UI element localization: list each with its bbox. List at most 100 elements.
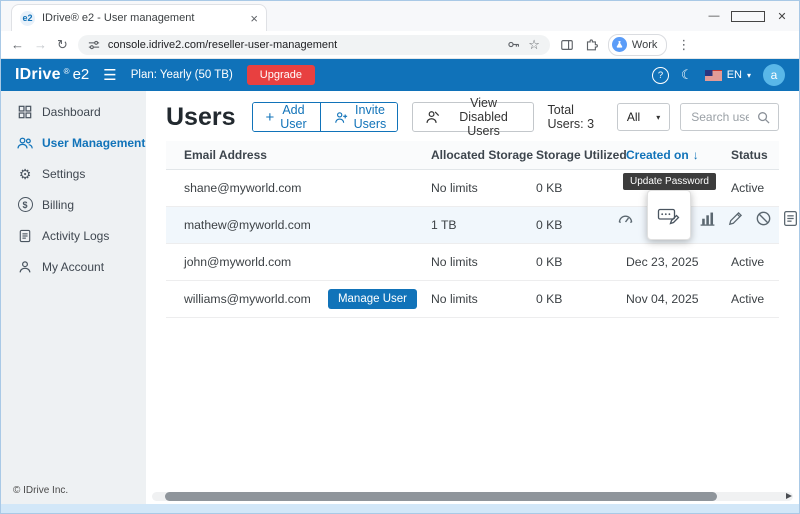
- app-header: IDrive® e2 ☰ Plan: Yearly (50 TB) Upgrad…: [1, 59, 799, 91]
- disable-ban-icon[interactable]: [755, 210, 772, 227]
- chevron-down-icon: ▾: [747, 71, 751, 80]
- user-logs-file-icon[interactable]: [783, 210, 800, 227]
- table-row[interactable]: williams@myworld.com Manage User No limi…: [166, 281, 779, 318]
- col-created-sort[interactable]: Created on ↓: [626, 148, 731, 162]
- stats-chart-icon[interactable]: [699, 210, 716, 227]
- tab-strip: e2 IDrive® e2 - User management × — ✕: [1, 1, 799, 31]
- add-user-button[interactable]: + Add User: [253, 103, 320, 131]
- omnibox[interactable]: console.idrive2.com/reseller-user-manage…: [78, 35, 550, 55]
- user-email: mathew@myworld.com: [166, 218, 431, 232]
- storage-utilized: 0 KB: [536, 255, 626, 269]
- invite-users-button[interactable]: Invite Users: [320, 103, 398, 131]
- appbar-right-group: ? ☾ EN ▾ a: [652, 64, 785, 86]
- dashboard-icon: [17, 105, 33, 119]
- sidebar-item-settings[interactable]: ⚙ Settings: [1, 158, 146, 189]
- side-panel-icon[interactable]: [560, 38, 574, 52]
- profile-flask-icon: [612, 37, 627, 52]
- language-selector[interactable]: EN ▾: [705, 69, 751, 81]
- storage-utilized: 0 KB: [536, 218, 626, 232]
- billing-dollar-icon: $: [17, 197, 33, 212]
- status-label: Active: [731, 181, 779, 195]
- help-icon[interactable]: ?: [652, 67, 669, 84]
- site-info-icon[interactable]: [88, 39, 100, 51]
- upgrade-button[interactable]: Upgrade: [247, 65, 315, 85]
- sidebar-item-label: My Account: [42, 260, 104, 274]
- extensions-puzzle-icon[interactable]: [584, 38, 598, 52]
- search-input[interactable]: [689, 109, 751, 125]
- col-allocated: Allocated Storage: [431, 148, 536, 162]
- allocated-storage: 1 TB: [431, 218, 536, 232]
- maximize-button[interactable]: [731, 1, 765, 31]
- menu-hamburger-icon[interactable]: ☰: [103, 66, 116, 84]
- activity-logs-icon: [17, 229, 33, 243]
- tab-title: IDrive® e2 - User management: [42, 12, 243, 24]
- disabled-user-icon: [425, 110, 440, 124]
- user-email: williams@myworld.com Manage User: [166, 289, 431, 309]
- sidebar-item-label: Dashboard: [42, 105, 101, 119]
- total-users-label: Total Users: 3: [548, 103, 607, 131]
- table-header-row: Email Address Allocated Storage Storage …: [166, 141, 779, 170]
- allocated-storage: No limits: [431, 181, 536, 195]
- profile-chip[interactable]: Work: [608, 34, 667, 56]
- page-toolbar: Users + Add User Invite Users: [166, 101, 779, 133]
- created-on: Nov 04, 2025: [626, 292, 731, 306]
- sidebar: Dashboard User Management ⚙ Settings $: [1, 91, 146, 504]
- table-row[interactable]: john@myworld.com No limits 0 KB Dec 23, …: [166, 244, 779, 281]
- search-box: [680, 103, 779, 131]
- browser-window: e2 IDrive® e2 - User management × — ✕ ← …: [0, 0, 800, 514]
- user-actions-group: + Add User Invite Users: [252, 102, 398, 132]
- url-text[interactable]: console.idrive2.com/reseller-user-manage…: [108, 39, 499, 51]
- minimize-button[interactable]: —: [697, 1, 731, 31]
- account-person-icon: [17, 260, 33, 274]
- browser-tab[interactable]: e2 IDrive® e2 - User management ×: [11, 4, 267, 31]
- sidebar-item-label: Activity Logs: [42, 229, 109, 243]
- scrollbar-thumb[interactable]: [165, 492, 717, 501]
- page-title: Users: [166, 103, 236, 132]
- view-disabled-users-button[interactable]: View Disabled Users: [412, 102, 534, 132]
- reload-icon[interactable]: ↻: [57, 38, 68, 51]
- col-status: Status: [731, 148, 779, 162]
- password-key-icon[interactable]: [507, 38, 520, 51]
- horizontal-scrollbar[interactable]: [152, 492, 793, 501]
- edit-pencil-icon[interactable]: [727, 210, 744, 227]
- tab-favicon: e2: [20, 11, 35, 26]
- created-on: Dec 23, 2025: [626, 255, 731, 269]
- allocated-storage: No limits: [431, 255, 536, 269]
- bookmark-star-icon[interactable]: ☆: [528, 37, 540, 53]
- manage-user-button[interactable]: Manage User: [328, 289, 417, 309]
- forward-icon[interactable]: →: [34, 38, 47, 51]
- user-dashboard-gauge-icon[interactable]: [617, 210, 634, 227]
- filter-select[interactable]: All ▾: [617, 103, 670, 131]
- invite-person-icon: [334, 111, 348, 124]
- dark-mode-moon-icon[interactable]: ☾: [681, 67, 693, 83]
- sidebar-item-user-management[interactable]: User Management: [1, 127, 146, 158]
- plan-label: Plan: Yearly (50 TB): [131, 69, 233, 81]
- users-icon: [17, 136, 33, 150]
- storage-utilized: 0 KB: [536, 181, 626, 195]
- sidebar-item-activity-logs[interactable]: Activity Logs: [1, 220, 146, 251]
- col-utilized: Storage Utilized: [536, 148, 626, 162]
- account-avatar[interactable]: a: [763, 64, 785, 86]
- sidebar-item-my-account[interactable]: My Account: [1, 251, 146, 282]
- address-bar: ← → ↻ console.idrive2.com/reseller-user-…: [1, 31, 799, 59]
- browser-menu-icon[interactable]: ⋮: [677, 37, 690, 53]
- update-password-button[interactable]: [647, 190, 691, 240]
- allocated-storage: No limits: [431, 292, 536, 306]
- copyright-label: © IDrive Inc.: [13, 485, 68, 496]
- profile-label: Work: [632, 39, 657, 51]
- tab-close-icon[interactable]: ×: [250, 11, 258, 26]
- status-label: Active: [731, 292, 779, 306]
- close-button[interactable]: ✕: [765, 1, 799, 31]
- col-email: Email Address: [166, 148, 431, 162]
- sidebar-item-dashboard[interactable]: Dashboard: [1, 96, 146, 127]
- status-label: Active: [731, 255, 779, 269]
- scroll-right-arrow-icon[interactable]: [786, 493, 792, 499]
- window-frame-bottom: [1, 504, 799, 513]
- sidebar-item-label: Billing: [42, 198, 74, 212]
- search-icon: [757, 111, 770, 124]
- chevron-down-icon: ▾: [656, 113, 660, 122]
- sidebar-item-billing[interactable]: $ Billing: [1, 189, 146, 220]
- back-icon[interactable]: ←: [11, 38, 24, 51]
- us-flag-icon: [705, 70, 722, 81]
- table-tools: Total Users: 3 All ▾: [548, 103, 779, 131]
